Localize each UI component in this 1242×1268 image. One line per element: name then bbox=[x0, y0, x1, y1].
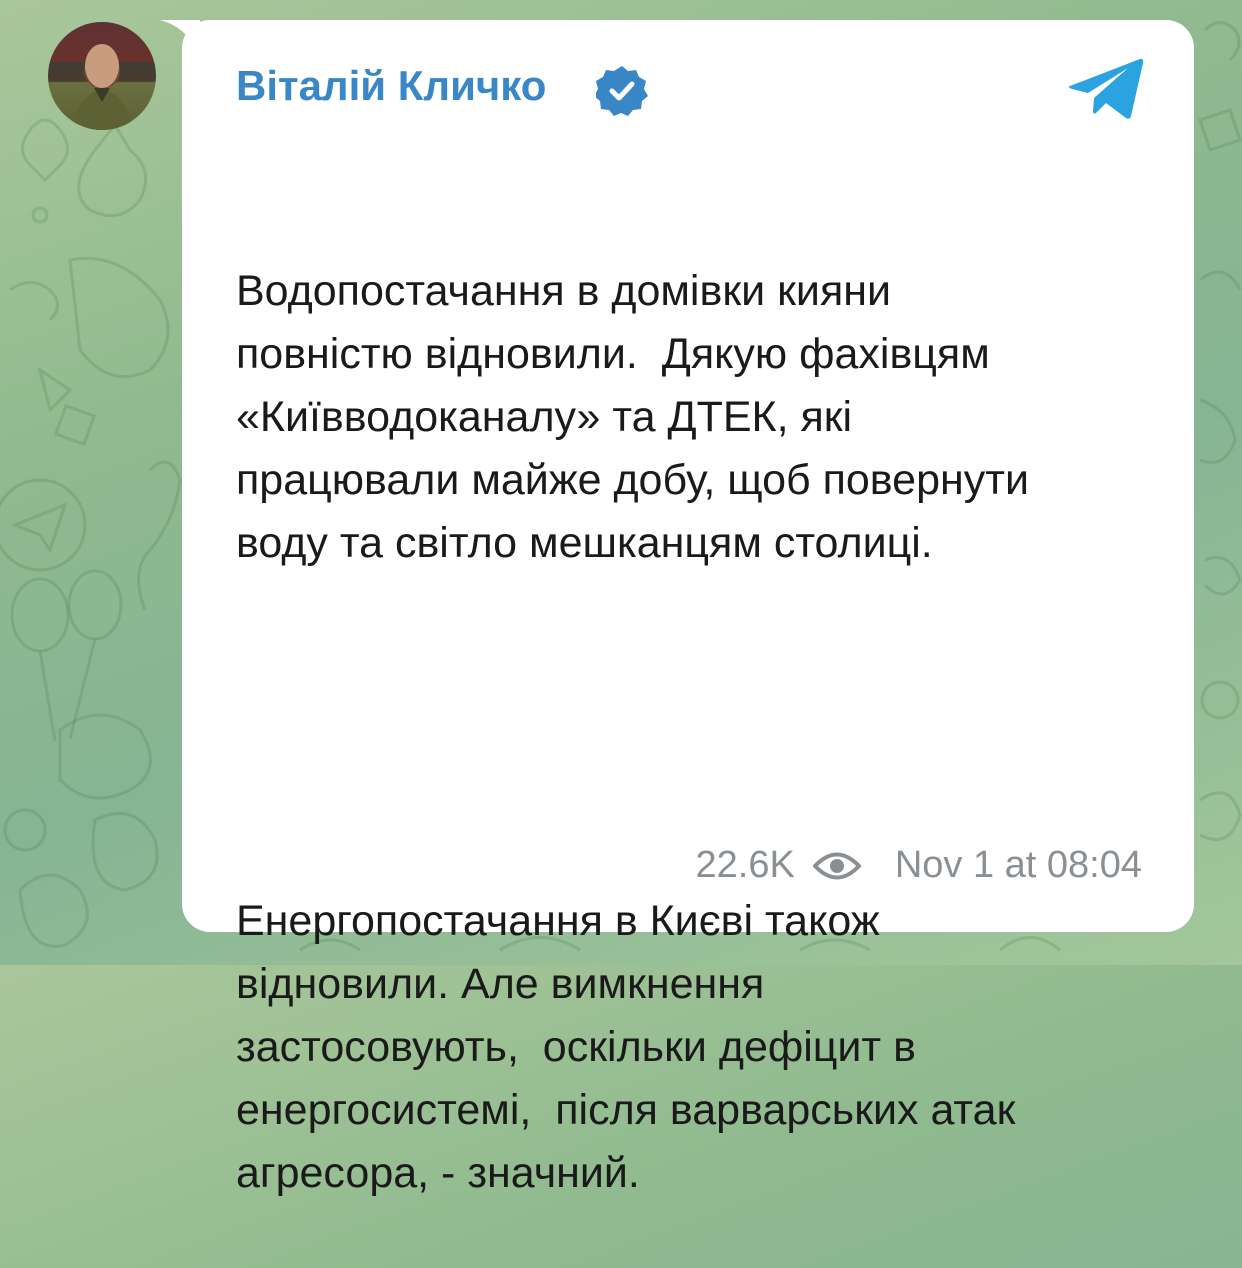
eye-icon bbox=[812, 852, 861, 879]
message-paragraph: Водопостачання в домівки кияни повністю … bbox=[236, 267, 1029, 567]
views-count: 22.6K bbox=[695, 844, 795, 886]
message-timestamp: Nov 1 at 08:04 bbox=[894, 844, 1142, 886]
channel-name[interactable]: Віталій Кличко bbox=[236, 60, 546, 112]
telegram-logo-icon[interactable] bbox=[1068, 56, 1144, 120]
verified-badge-icon bbox=[596, 66, 648, 116]
message-paragraph: Енергопостачання в Києві також відновили… bbox=[236, 897, 1016, 1197]
channel-avatar[interactable] bbox=[48, 22, 156, 130]
message-meta: 22.6K Nov 1 at 08:04 bbox=[696, 844, 1142, 887]
avatar-portrait bbox=[48, 22, 156, 130]
message-text: Водопостачання в домівки кияни повністю … bbox=[236, 134, 1166, 1268]
